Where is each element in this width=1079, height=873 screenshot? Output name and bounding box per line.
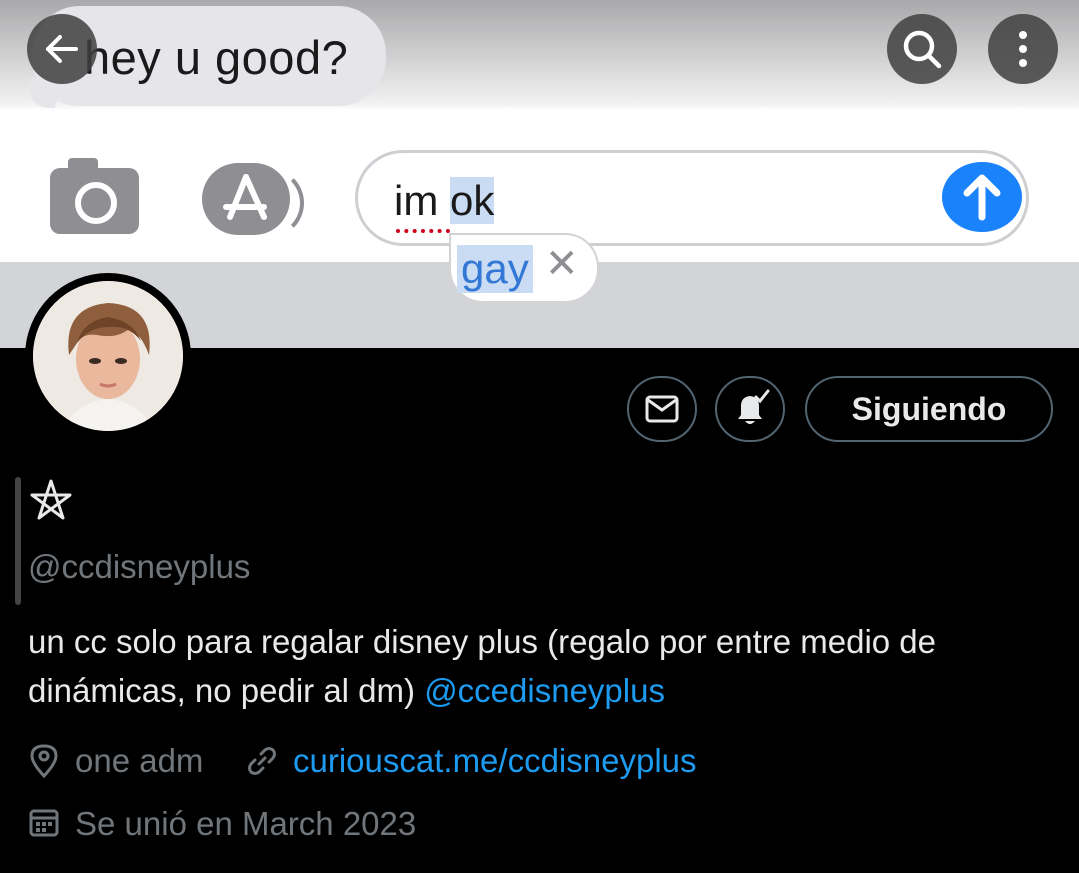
display-name-pentagram-icon [28, 478, 74, 529]
bio-mention-link[interactable]: @ccedisneyplus [424, 672, 665, 709]
selected-word: ok [450, 177, 495, 224]
notifications-button[interactable] [715, 376, 785, 442]
back-arrow-icon [46, 35, 78, 63]
back-button[interactable] [27, 14, 97, 84]
message-input-field: im ok [355, 150, 1029, 246]
suggestion-word: gay [457, 245, 533, 293]
send-arrow-icon [942, 162, 1022, 232]
link-icon [246, 745, 278, 782]
avatar-photo [33, 281, 183, 431]
profile-handle: @ccdisneyplus [28, 548, 251, 585]
search-button[interactable] [887, 14, 957, 84]
profile-bio: un cc solo para regalar disney plus (reg… [28, 617, 1038, 715]
location-pin-icon [28, 743, 60, 784]
more-options-icon [1019, 31, 1027, 67]
mail-icon [645, 395, 679, 423]
notification-bell-icon [738, 389, 770, 424]
camera-icon [50, 158, 139, 234]
autocorrect-suggestion: gay ✕ [449, 233, 599, 303]
message-button[interactable] [627, 376, 697, 442]
profile-join-date: Se unió en March 2023 [75, 805, 417, 842]
following-button[interactable]: Siguiendo [805, 376, 1053, 442]
profile-location: one adm [75, 742, 204, 779]
typed-word: im [394, 177, 439, 224]
profile-website-link[interactable]: curiouscat.me/ccdisneyplus [293, 742, 697, 780]
more-options-button[interactable] [988, 14, 1058, 84]
calendar-icon [28, 806, 60, 843]
scroll-indicator [15, 477, 21, 605]
dismiss-suggestion-icon: ✕ [545, 242, 579, 286]
search-icon [903, 30, 942, 69]
app-store-icon [202, 163, 304, 238]
spellcheck-underline [396, 225, 450, 233]
received-message-text: hey u good? [84, 31, 349, 84]
profile-avatar[interactable] [25, 273, 191, 439]
